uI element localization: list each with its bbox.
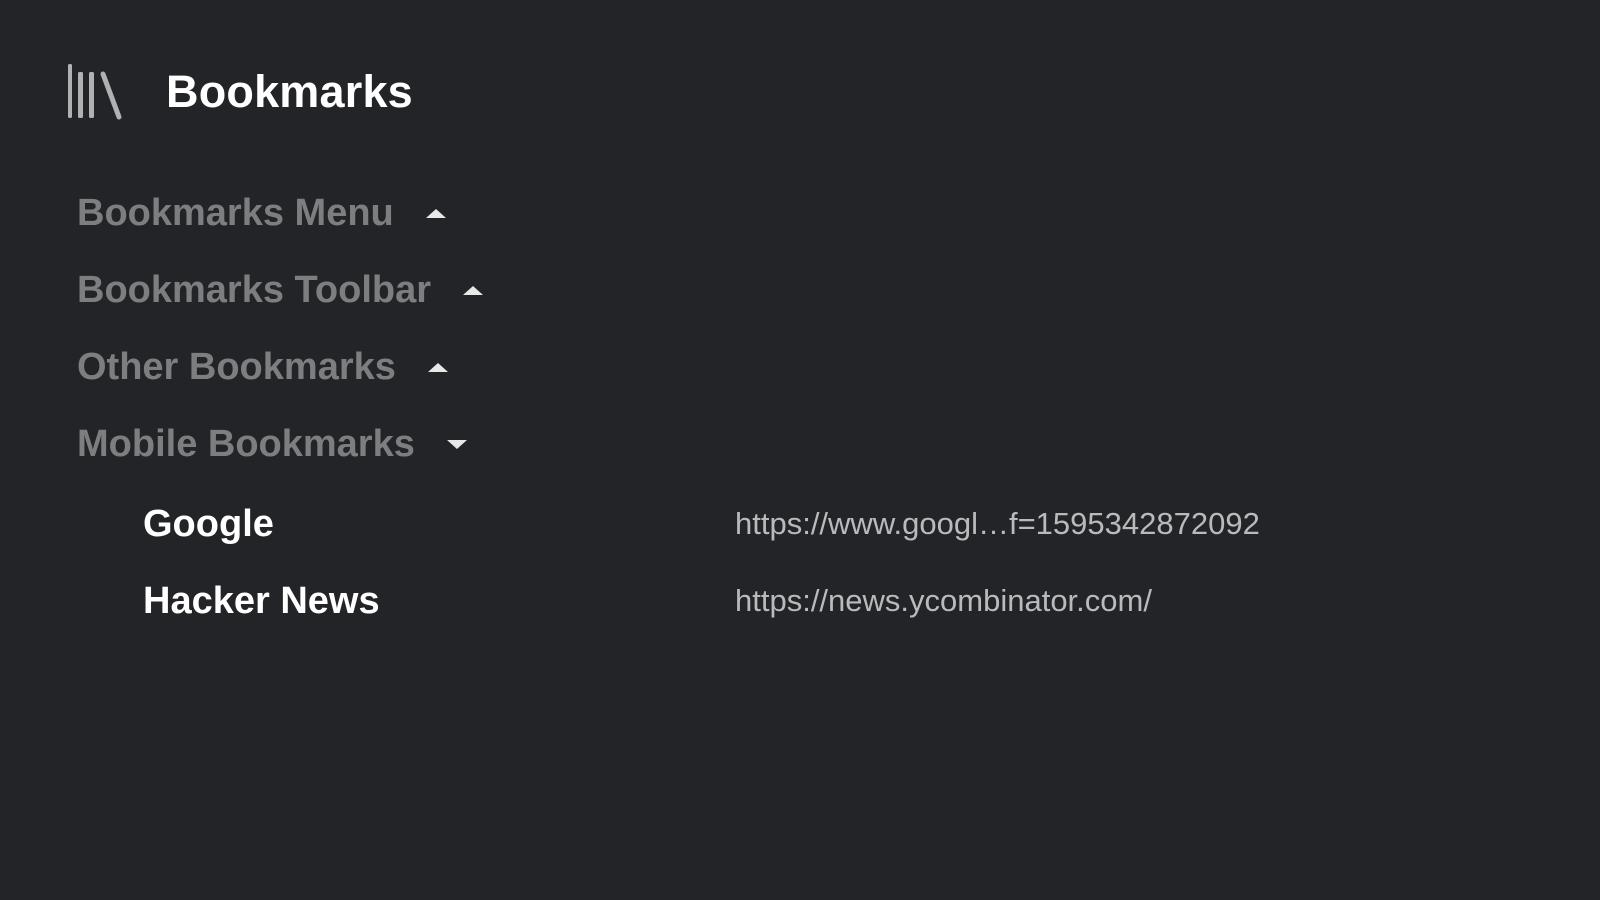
folder-label: Bookmarks Menu (77, 191, 394, 234)
bookmarks-screen: Bookmarks Bookmarks Menu Bookmarks Toolb… (0, 0, 1600, 900)
bookmark-title: Google (143, 502, 274, 545)
bookmark-url: https://news.ycombinator.com/ (735, 583, 1152, 618)
bookmark-url: https://www.googl…f=1595342872092 (735, 506, 1260, 541)
folder-bookmarks-toolbar[interactable]: Bookmarks Toolbar (77, 263, 484, 317)
folder-label: Mobile Bookmarks (77, 422, 415, 465)
folder-mobile-bookmarks[interactable]: Mobile Bookmarks (77, 417, 467, 471)
bookmark-title: Hacker News (143, 579, 380, 622)
library-icon (68, 64, 122, 120)
bookmark-item-hacker-news[interactable]: Hacker News https://news.ycombinator.com… (143, 574, 1343, 628)
folder-label: Other Bookmarks (77, 345, 396, 388)
page-title: Bookmarks (166, 66, 413, 117)
folder-other-bookmarks[interactable]: Other Bookmarks (77, 340, 448, 394)
folder-label: Bookmarks Toolbar (77, 268, 432, 311)
triangle-up-icon[interactable] (427, 362, 448, 372)
bookmark-item-google[interactable]: Google https://www.googl…f=1595342872092 (143, 497, 1343, 551)
header: Bookmarks (66, 62, 413, 122)
folder-bookmarks-menu[interactable]: Bookmarks Menu (77, 186, 446, 240)
triangle-up-icon[interactable] (425, 208, 446, 218)
triangle-up-icon[interactable] (463, 285, 484, 295)
triangle-down-icon[interactable] (446, 439, 467, 449)
